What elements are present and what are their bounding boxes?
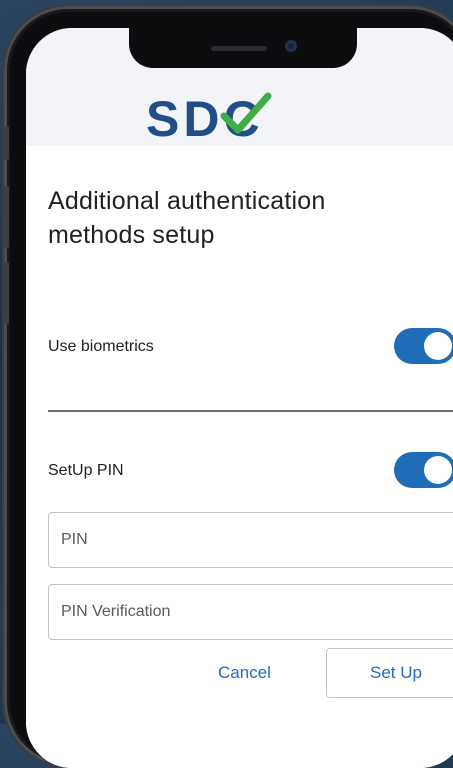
setup-button[interactable]: Set Up: [326, 648, 453, 698]
pin-input[interactable]: [49, 513, 453, 567]
speaker-grille: [211, 46, 267, 51]
pin-field[interactable]: [48, 512, 453, 568]
side-button-volume-up: [4, 186, 9, 248]
phone-notch: [129, 28, 357, 68]
toggle-knob: [424, 456, 452, 484]
phone-frame: SDC Additional authentication methods se…: [4, 6, 453, 768]
pin-verification-field[interactable]: [48, 584, 453, 640]
cancel-button[interactable]: Cancel: [212, 662, 277, 684]
side-button-volume-down: [4, 262, 9, 324]
pin-label: SetUp PIN: [48, 462, 124, 479]
pin-toggle[interactable]: [394, 452, 453, 488]
side-button-mute: [4, 126, 9, 160]
front-camera: [285, 40, 297, 52]
page-title: Additional authentication methods setup: [48, 187, 326, 249]
biometrics-toggle[interactable]: [394, 328, 453, 364]
toggle-knob: [424, 332, 452, 360]
setup-dialog: Additional authentication methods setup …: [26, 146, 453, 768]
pin-verification-input[interactable]: [49, 585, 453, 639]
phone-screen: SDC Additional authentication methods se…: [26, 28, 453, 768]
section-divider: [48, 410, 453, 412]
sdc-logo: SDC: [146, 92, 272, 142]
biometrics-label: Use biometrics: [48, 338, 154, 355]
